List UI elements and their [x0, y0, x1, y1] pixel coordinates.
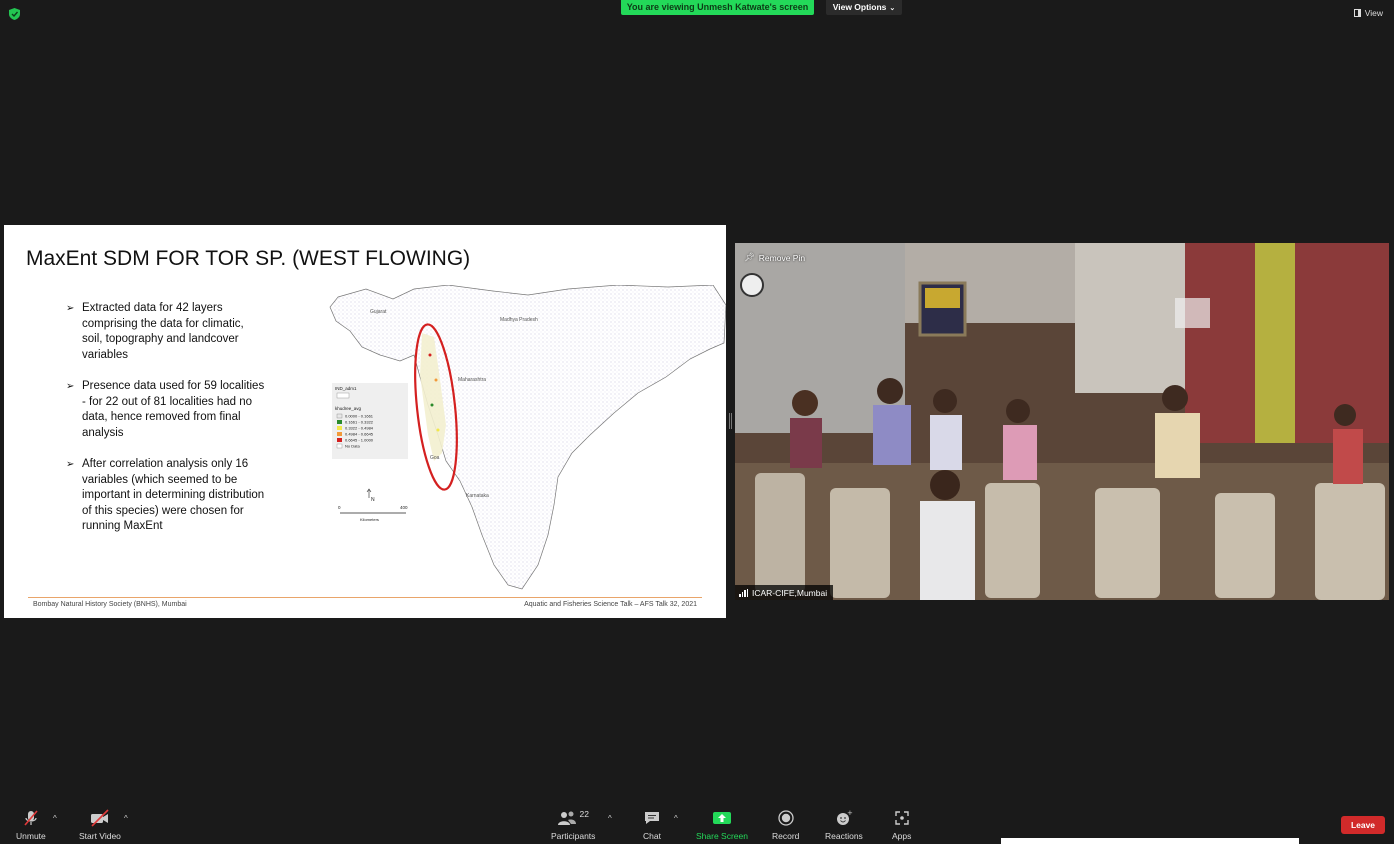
participants-count: 22 [579, 809, 589, 819]
map-label-gujarat: Gujarat [370, 309, 387, 315]
svg-text:+: + [847, 810, 853, 817]
view-layout-button[interactable]: View [1353, 8, 1383, 18]
legend-item: 0.1661 - 0.3322 [345, 420, 374, 425]
bullet-arrow-icon: ➢ [66, 381, 75, 392]
legend-item: 0.0000 - 0.1661 [345, 414, 374, 419]
map-label-goa: Goa [430, 455, 440, 461]
legend-item: 0.4984 - 0.6645 [345, 432, 374, 437]
apps-icon [894, 808, 910, 828]
record-icon [778, 808, 794, 828]
share-screen-icon [712, 808, 732, 828]
chat-icon [643, 808, 661, 828]
slide-bullet: ➢ Presence data used for 59 localities -… [66, 379, 266, 441]
bullet-text: Presence data used for 59 localities - f… [82, 380, 265, 439]
slide-footer-left: Bombay Natural History Society (BNHS), M… [33, 601, 187, 608]
legend-layer1: IND_adm1 [335, 386, 357, 391]
scale-unit: Kilometers [360, 517, 379, 522]
unmute-button[interactable]: Unmute [16, 808, 46, 841]
audio-options-caret-icon[interactable]: ^ [53, 814, 57, 823]
share-screen-button[interactable]: Share Screen [696, 808, 748, 841]
start-video-label: Start Video [79, 831, 121, 841]
india-distribution-map: Gujarat Madhya Pradesh Maharashtra Goa K… [329, 285, 726, 590]
view-options-label: View Options [832, 2, 887, 12]
apps-button[interactable]: Apps [892, 808, 911, 841]
map-legend: IND_adm1 khudree_avg 0.0000 - 0.1661 0.1… [332, 383, 408, 459]
participants-icon-group: 22 [557, 808, 589, 828]
remove-pin-label: Remove Pin [758, 252, 806, 263]
chat-button[interactable]: Chat [643, 808, 661, 841]
viewing-screen-banner: You are viewing Unmesh Katwate's screen [621, 0, 814, 15]
bullet-arrow-icon: ➢ [66, 459, 75, 470]
slide-footer-right: Aquatic and Fisheries Science Talk – AFS… [524, 601, 697, 608]
legend-item: 0.3322 - 0.4984 [345, 426, 374, 431]
map-label-karnataka: Karnataka [466, 493, 489, 499]
reactions-icon: + [835, 808, 853, 828]
pin-icon: 📌︎ [744, 252, 755, 262]
video-options-caret-icon[interactable]: ^ [124, 814, 128, 823]
signal-strength-icon [739, 588, 748, 597]
apps-label: Apps [892, 831, 912, 841]
pinned-participant-video[interactable]: 📌︎ Remove Pin ICAR-CIFE,Mumbai [735, 243, 1389, 600]
auditorium-video-frame [735, 243, 1389, 600]
chat-label: Chat [643, 831, 661, 841]
view-label: View [1364, 8, 1383, 18]
bullet-arrow-icon: ➢ [66, 303, 75, 314]
panel-resize-handle[interactable] [729, 413, 732, 429]
legend-item: 0.6645 - 1.0000 [345, 438, 374, 443]
bullet-text: Extracted data for 42 layers comprising … [82, 302, 244, 361]
participant-name-label: ICAR-CIFE,Mumbai [735, 585, 834, 600]
muted-microphone-icon [22, 808, 40, 828]
participants-icon [558, 811, 577, 825]
unmute-label: Unmute [16, 831, 46, 841]
scale-end: 400 [400, 505, 408, 510]
start-video-button[interactable]: Start Video [79, 808, 121, 841]
scale-start: 0 [338, 505, 341, 510]
reactions-label: Reactions [825, 831, 863, 841]
zoom-meeting-window: You are viewing Unmesh Katwate's screen … [0, 0, 1394, 844]
participants-caret-icon[interactable]: ^ [608, 814, 612, 823]
view-options-button[interactable]: View Options ⌄ [826, 0, 902, 15]
video-off-icon [89, 808, 111, 828]
slide-title: MaxEnt SDM FOR TOR SP. (WEST FLOWING) [26, 247, 471, 270]
participants-button[interactable]: 22 Participants [551, 808, 595, 841]
slide-footer-divider [28, 597, 702, 598]
security-shield-icon[interactable] [9, 8, 20, 20]
shared-screen-slide: MaxEnt SDM FOR TOR SP. (WEST FLOWING) ➢ … [4, 225, 726, 618]
bullet-text: After correlation analysis only 16 varia… [82, 458, 265, 532]
chat-caret-icon[interactable]: ^ [674, 814, 678, 823]
map-label-maharashtra: Maharashtra [458, 377, 486, 383]
share-screen-label: Share Screen [696, 831, 748, 841]
north-arrow-label: N [371, 497, 375, 503]
record-button[interactable]: Record [772, 808, 799, 841]
layout-icon [1353, 9, 1361, 17]
chevron-down-icon: ⌄ [889, 5, 896, 12]
participant-name: ICAR-CIFE,Mumbai [752, 587, 828, 598]
map-label-madhya-pradesh: Madhya Pradesh [500, 317, 538, 323]
leave-button[interactable]: Leave [1341, 816, 1385, 834]
notification-strip [1001, 838, 1299, 844]
slide-bullet-list: ➢ Extracted data for 42 layers comprisin… [66, 301, 266, 551]
legend-item: No Data [345, 444, 360, 449]
participants-label: Participants [551, 831, 596, 841]
remove-pin-button[interactable]: 📌︎ Remove Pin [744, 252, 805, 263]
slide-bullet: ➢ Extracted data for 42 layers comprisin… [66, 301, 266, 363]
legend-layer2: khudree_avg [335, 406, 362, 411]
record-label: Record [772, 831, 800, 841]
map-scale-bar: N 0 400 Kilometers [338, 488, 408, 522]
slide-bullet: ➢ After correlation analysis only 16 var… [66, 457, 266, 535]
reactions-button[interactable]: + Reactions [825, 808, 863, 841]
